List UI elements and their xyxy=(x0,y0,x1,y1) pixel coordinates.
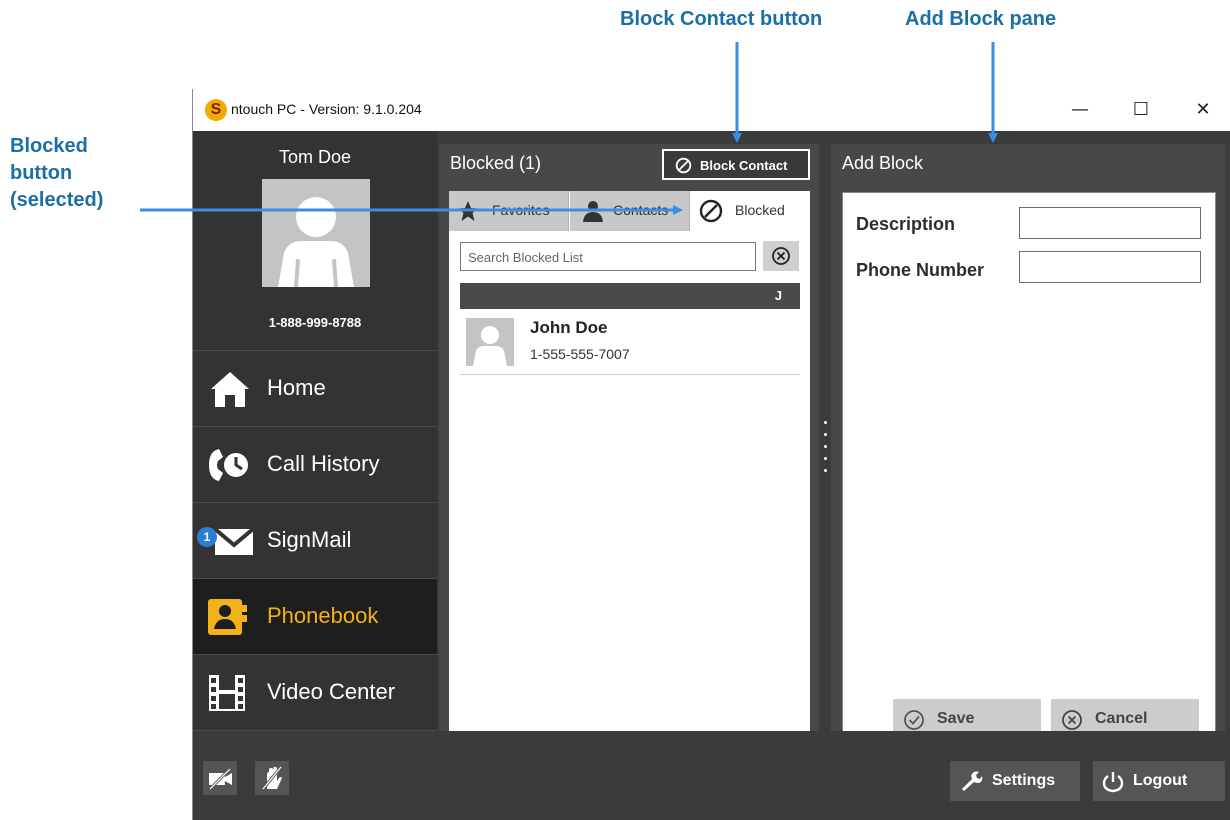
phonebook-icon xyxy=(205,597,255,637)
add-block-title: Add Block xyxy=(842,153,924,173)
check-icon xyxy=(904,710,924,730)
tab-blocked-label: Blocked xyxy=(735,202,785,218)
avatar-silhouette-icon xyxy=(278,197,354,287)
camera-off-icon xyxy=(208,767,232,791)
add-block-panel: Add Block Description Phone Number Save xyxy=(831,144,1225,786)
nav-item-call-history[interactable]: Call History xyxy=(193,426,437,502)
tab-favorites[interactable]: Favorites xyxy=(449,191,569,231)
settings-button[interactable]: Settings xyxy=(950,761,1080,801)
search-blocked-input[interactable]: Search Blocked List xyxy=(460,242,756,271)
section-letter: J xyxy=(774,288,782,303)
nav-label-video-center: Video Center xyxy=(267,679,396,704)
block-contact-button[interactable]: Block Contact xyxy=(662,149,810,180)
bottom-bar: Settings Logout xyxy=(193,731,1230,820)
phonebook-tabs: Favorites Contacts Blocked xyxy=(449,191,810,231)
video-center-icon xyxy=(205,673,255,713)
avatar[interactable] xyxy=(262,179,370,287)
settings-label: Settings xyxy=(992,772,1056,789)
nav-item-signmail[interactable]: 1 SignMail xyxy=(193,502,437,578)
description-label: Description xyxy=(856,214,956,234)
maximize-button[interactable]: ☐ xyxy=(1118,93,1164,127)
tab-contacts-label: Contacts xyxy=(613,202,669,218)
avatar xyxy=(466,318,514,366)
nav-item-phonebook[interactable]: Phonebook xyxy=(193,578,437,654)
save-label: Save xyxy=(937,710,975,727)
callout-blocked-button: Blocked button (selected) xyxy=(10,135,104,211)
nav-label-call-history: Call History xyxy=(267,451,380,476)
block-icon xyxy=(699,199,723,223)
add-block-form: Description Phone Number Save Cancel xyxy=(842,192,1216,776)
sidebar: Tom Doe 1-888-999-8788 Home Call History… xyxy=(193,131,437,731)
close-button[interactable]: ✕ xyxy=(1180,93,1226,127)
blocked-panel-title: Blocked (1) xyxy=(450,153,542,173)
logout-button[interactable]: Logout xyxy=(1093,761,1225,801)
app-logo-icon: S xyxy=(205,99,227,121)
wrench-icon xyxy=(962,771,983,791)
star-icon xyxy=(458,201,478,221)
blocked-panel: Blocked (1) Block Contact Favorites Cont… xyxy=(439,144,819,786)
search-placeholder: Search Blocked List xyxy=(468,250,583,265)
nav-label-home: Home xyxy=(267,375,326,400)
phone-number-label: Phone Number xyxy=(856,260,985,280)
mic-privacy-button[interactable] xyxy=(255,761,289,795)
window-title: ntouch PC - Version: 9.1.0.204 xyxy=(231,101,422,117)
nav-item-video-center[interactable]: Video Center xyxy=(193,654,437,730)
tab-blocked[interactable]: Blocked xyxy=(690,191,810,231)
profile-name: Tom Doe xyxy=(278,147,352,167)
avatar-silhouette-icon xyxy=(473,326,507,366)
contact-name: John Doe xyxy=(530,318,608,337)
phone-number-field[interactable] xyxy=(1019,251,1201,283)
clear-icon xyxy=(772,247,790,265)
call-history-icon xyxy=(205,445,255,485)
app-window: S ntouch PC - Version: 9.1.0.204 — ☐ ✕ T… xyxy=(192,89,1230,820)
camera-privacy-button[interactable] xyxy=(203,761,237,795)
title-bar: S ntouch PC - Version: 9.1.0.204 — ☐ ✕ xyxy=(193,89,1230,131)
description-field[interactable] xyxy=(1019,207,1201,239)
contact-phone: 1-555-555-7007 xyxy=(530,346,630,362)
nav-item-home[interactable]: Home xyxy=(193,350,437,426)
clear-search-button[interactable] xyxy=(763,241,799,271)
logout-label: Logout xyxy=(1133,772,1188,789)
contact-person-icon xyxy=(583,201,603,222)
cancel-label: Cancel xyxy=(1095,710,1148,727)
callout-add-block-pane: Add Block pane xyxy=(905,8,1057,30)
hand-off-icon xyxy=(261,766,283,790)
signmail-count-badge: 1 xyxy=(197,527,217,547)
tab-contacts[interactable]: Contacts xyxy=(570,191,690,231)
tab-favorites-label: Favorites xyxy=(492,202,550,218)
nav-label-signmail: SignMail xyxy=(267,527,352,552)
nav-label-phonebook: Phonebook xyxy=(267,603,379,628)
cancel-icon xyxy=(1062,710,1082,730)
callout-block-contact-button: Block Contact button xyxy=(620,8,823,30)
minimize-button[interactable]: — xyxy=(1057,93,1103,127)
block-contact-label: Block Contact xyxy=(700,158,788,173)
home-icon xyxy=(205,369,255,409)
section-letter-header: J xyxy=(460,283,800,309)
profile-phone: 1-888-999-8788 xyxy=(268,315,362,330)
list-item[interactable]: John Doe 1-555-555-7007 xyxy=(460,313,800,375)
power-icon xyxy=(1102,772,1124,793)
pane-splitter-handle[interactable] xyxy=(824,421,828,485)
blocked-list-card: Favorites Contacts Blocked Search Blocke… xyxy=(449,191,810,776)
block-icon xyxy=(675,157,692,174)
